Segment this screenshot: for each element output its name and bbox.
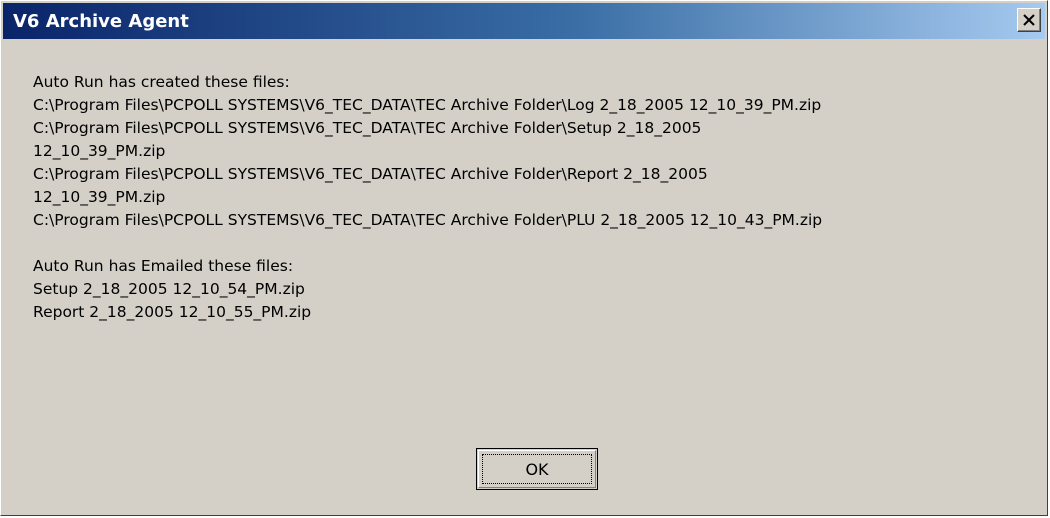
emailed-file-line: Setup 2_18_2005 12_10_54_PM.zip bbox=[33, 280, 305, 298]
created-file-line: 12_10_39_PM.zip bbox=[33, 188, 166, 206]
window-title: V6 Archive Agent bbox=[13, 11, 189, 32]
created-heading: Auto Run has created these files: bbox=[33, 73, 290, 91]
created-file-line: 12_10_39_PM.zip bbox=[33, 142, 166, 160]
created-file-line: C:\Program Files\PCPOLL SYSTEMS\V6_TEC_D… bbox=[33, 119, 702, 137]
message-body: Auto Run has created these files: C:\Pro… bbox=[33, 71, 1037, 324]
created-file-line: C:\Program Files\PCPOLL SYSTEMS\V6_TEC_D… bbox=[33, 165, 708, 183]
ok-button[interactable]: OK bbox=[476, 448, 598, 490]
dialog-window: V6 Archive Agent Auto Run has created th… bbox=[0, 0, 1048, 516]
created-file-line: C:\Program Files\PCPOLL SYSTEMS\V6_TEC_D… bbox=[33, 96, 822, 114]
emailed-heading: Auto Run has Emailed these files: bbox=[33, 257, 294, 275]
close-button[interactable] bbox=[1017, 8, 1041, 32]
created-file-line: C:\Program Files\PCPOLL SYSTEMS\V6_TEC_D… bbox=[33, 211, 823, 229]
emailed-file-line: Report 2_18_2005 12_10_55_PM.zip bbox=[33, 303, 312, 321]
close-icon bbox=[1023, 14, 1035, 26]
ok-button-label: OK bbox=[525, 459, 549, 479]
title-bar[interactable]: V6 Archive Agent bbox=[3, 3, 1045, 39]
